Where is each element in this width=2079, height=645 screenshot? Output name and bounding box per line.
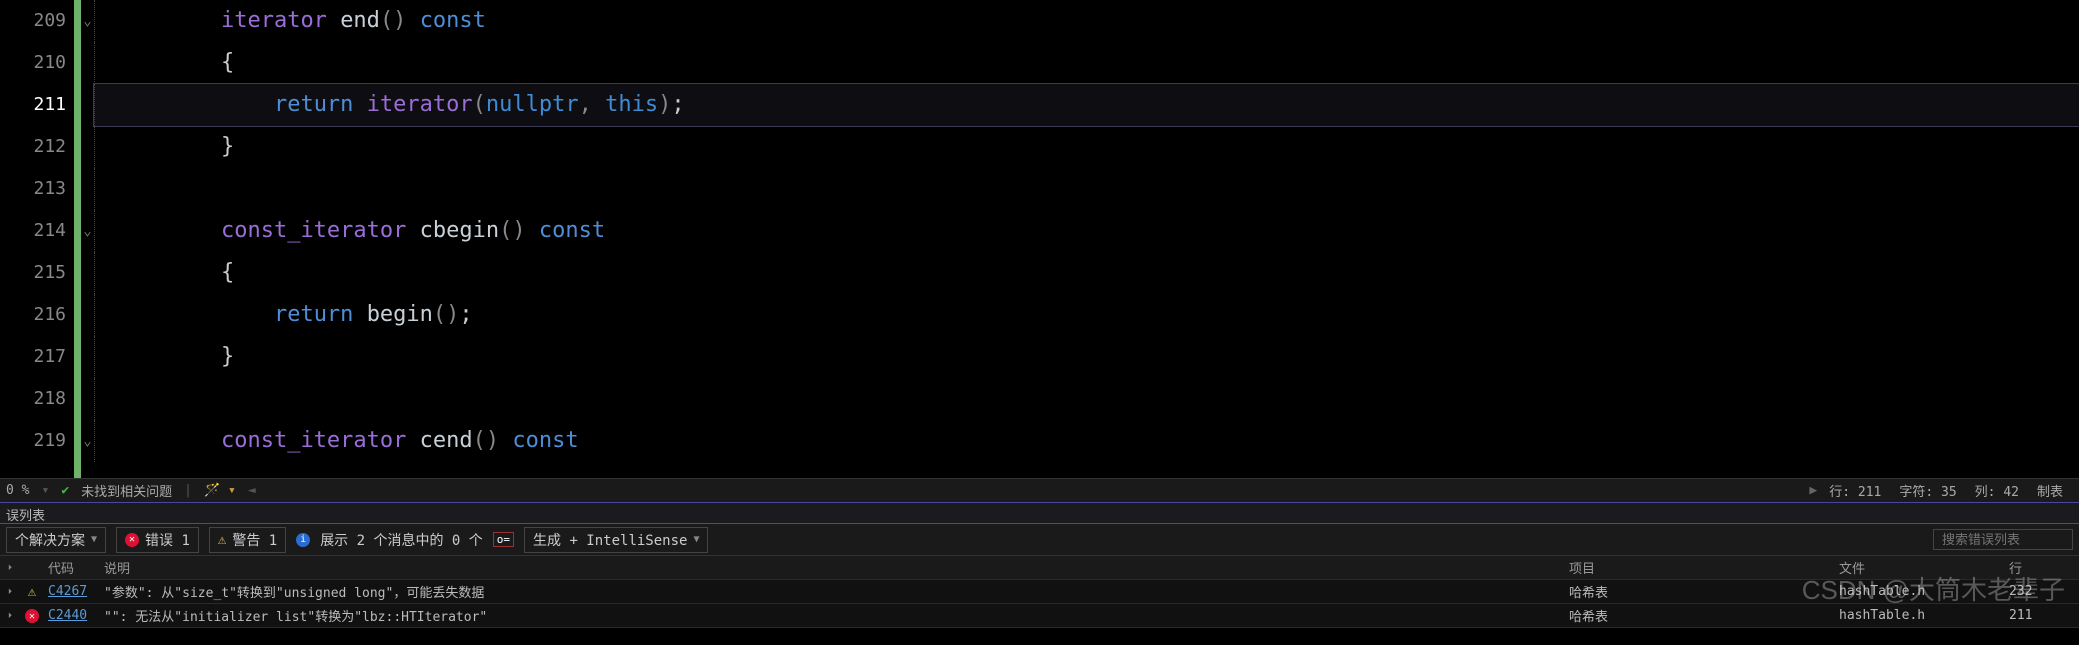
code-line[interactable]: { [94,42,2079,84]
line-number[interactable]: 216 [0,294,66,336]
code-content[interactable]: iterator end() const { return iterator(n… [94,0,2079,478]
error-code-link[interactable]: C2440 [48,608,87,623]
line-number[interactable]: 211 [0,84,66,126]
line-number[interactable]: 214 [0,210,66,252]
code-line[interactable] [94,378,2079,420]
expand-column[interactable]: ⏵ [0,563,20,573]
code-line[interactable]: } [94,336,2079,378]
error-row[interactable]: ⏵✕C2440"": 无法从"initializer list"转换为"lbz:… [0,604,2079,628]
status-bar: 0 % ▾ ✔ 未找到相关问题 | 🪄 ▾ ◄ ▶ 行: 211 字符: 35 … [0,478,2079,502]
line-number[interactable]: 217 [0,336,66,378]
search-input[interactable] [1933,529,2073,550]
check-icon: ✔ [61,483,69,498]
fold-toggle[interactable]: ⌄ [81,0,94,42]
fold-toggle[interactable]: ⌄ [81,210,94,252]
fold-toggle[interactable] [81,252,94,294]
info-icon: i [296,533,310,547]
error-icon: ✕ [125,533,139,547]
fold-toggle[interactable] [81,378,94,420]
wand-icon[interactable]: 🪄 ▾ [204,483,236,498]
error-line[interactable]: 211 [2009,608,2079,623]
issues-status: 未找到相关问题 [81,481,172,500]
line-number[interactable]: 210 [0,42,66,84]
fold-toggle[interactable] [81,294,94,336]
fold-toggle[interactable] [81,84,94,126]
errors-button[interactable]: ✕ 错误 1 [116,527,199,553]
code-line[interactable]: } [94,126,2079,168]
warning-icon: ⚠ [218,532,226,548]
indent-mode[interactable]: 制表 [2037,481,2063,500]
line-number[interactable]: 213 [0,168,66,210]
error-description: "": 无法从"initializer list"转换为"lbz::HTIter… [100,606,1569,625]
fold-toggle[interactable] [81,336,94,378]
error-description: "参数": 从"size_t"转换到"unsigned long"，可能丢失数据 [100,582,1569,601]
error-toolbar: 个解决方案▼ ✕ 错误 1 ⚠ 警告 1 i 展示 2 个消息中的 0 个 o=… [0,524,2079,556]
fold-toggle[interactable] [81,42,94,84]
line-number-gutter[interactable]: 209210211212213214215216217218219 [0,0,74,478]
fold-toggle[interactable]: ⌄ [81,420,94,462]
line-number[interactable]: 219 [0,420,66,462]
separator: ▾ [41,483,49,498]
warnings-button[interactable]: ⚠ 警告 1 [209,527,286,553]
code-line[interactable]: return iterator(nullptr, this); [94,84,2079,126]
col-indicator[interactable]: 列: 42 [1975,481,2019,500]
error-project: 哈希表 [1569,582,1839,601]
fold-column[interactable]: ⌄ ⌄ ⌄ [74,0,94,478]
code-line[interactable]: const_iterator cend() const [94,420,2079,462]
error-row[interactable]: ⏵⚠C4267"参数": 从"size_t"转换到"unsigned long"… [0,580,2079,604]
error-line[interactable]: 232 [2009,584,2079,599]
warn-icon: ⚠ [20,584,44,600]
fold-toggle[interactable] [81,126,94,168]
error-list-title: 误列表 [0,502,2079,524]
line-number[interactable]: 212 [0,126,66,168]
code-line[interactable] [94,168,2079,210]
line-indicator[interactable]: 行: 211 [1829,481,1881,500]
build-source-dropdown[interactable]: 生成 + IntelliSense▼ [524,527,708,553]
error-list-header[interactable]: ⏵ 代码 说明 项目 文件 行 [0,556,2079,580]
fold-toggle[interactable] [81,168,94,210]
build-icon: o= [493,532,514,547]
line-number[interactable]: 215 [0,252,66,294]
err-icon: ✕ [20,608,44,624]
char-indicator[interactable]: 字符: 35 [1899,481,1956,500]
error-file[interactable]: hashTable.h [1839,608,2009,623]
error-code-link[interactable]: C4267 [48,584,87,599]
solution-dropdown[interactable]: 个解决方案▼ [6,527,106,553]
code-line[interactable]: const_iterator cbegin() const [94,210,2079,252]
messages-button[interactable]: 展示 2 个消息中的 0 个 [320,530,483,550]
error-file[interactable]: hashTable.h [1839,584,2009,599]
code-line[interactable]: iterator end() const [94,0,2079,42]
error-project: 哈希表 [1569,606,1839,625]
line-number[interactable]: 209 [0,0,66,42]
editor-area[interactable]: 209210211212213214215216217218219 ⌄ ⌄ ⌄ it… [0,0,2079,478]
code-line[interactable]: return begin(); [94,294,2079,336]
line-number[interactable]: 218 [0,378,66,420]
zoom-level[interactable]: 0 % [6,483,29,498]
code-line[interactable]: { [94,252,2079,294]
nav-right-icon[interactable]: ▶ [1809,483,1817,498]
